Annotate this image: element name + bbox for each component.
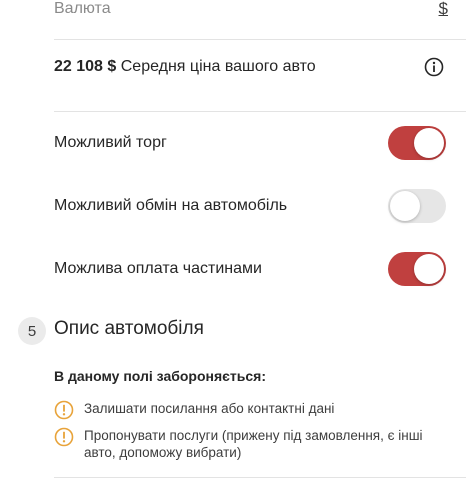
option-label-negotiable: Можливий торг xyxy=(54,134,167,151)
warning-icon xyxy=(54,400,74,420)
option-row-installments[interactable]: Можлива оплата частинами xyxy=(54,252,466,286)
option-row-negotiable[interactable]: Можливий торг xyxy=(54,126,466,160)
average-price: 22 108 $ Середня ціна вашого авто xyxy=(54,58,316,76)
toggle-knob xyxy=(390,191,420,221)
car-ad-form: Валюта $ 22 108 $ Середня ціна вашого ав… xyxy=(0,0,466,480)
step-number-badge: 5 xyxy=(18,317,46,345)
average-price-caption: Середня ціна вашого авто xyxy=(120,58,316,75)
divider xyxy=(54,111,466,112)
option-label-exchange: Можливий обмін на автомобіль xyxy=(54,197,288,214)
toggle-negotiable[interactable] xyxy=(388,126,446,160)
toggle-exchange[interactable] xyxy=(388,189,446,223)
option-row-exchange[interactable]: Можливий обмін на автомобіль xyxy=(54,189,466,223)
average-price-value: 22 108 $ xyxy=(54,58,117,75)
toggle-knob xyxy=(414,128,444,158)
toggle-installments[interactable] xyxy=(388,252,446,286)
currency-row[interactable]: Валюта $ xyxy=(54,0,466,22)
rule-item: Залишати посилання або контактні дані xyxy=(54,400,446,420)
currency-label: Валюта xyxy=(54,0,111,17)
section-title: Опис автомобіля xyxy=(54,318,204,339)
rule-text: Залишати посилання або контактні дані xyxy=(84,401,335,416)
rule-item: Пропонувати послуги (прижену під замовле… xyxy=(54,427,446,461)
rules-heading: В даному полі забороняється: xyxy=(54,368,266,384)
divider xyxy=(54,39,466,40)
toggle-knob xyxy=(414,254,444,284)
currency-symbol[interactable]: $ xyxy=(439,0,448,19)
info-icon[interactable] xyxy=(424,57,444,77)
warning-icon xyxy=(54,427,74,447)
average-price-row: 22 108 $ Середня ціна вашого авто xyxy=(54,54,466,80)
rule-text: Пропонувати послуги (прижену під замовле… xyxy=(84,428,423,460)
divider xyxy=(54,477,466,478)
option-label-installments: Можлива оплата частинами xyxy=(54,260,262,277)
